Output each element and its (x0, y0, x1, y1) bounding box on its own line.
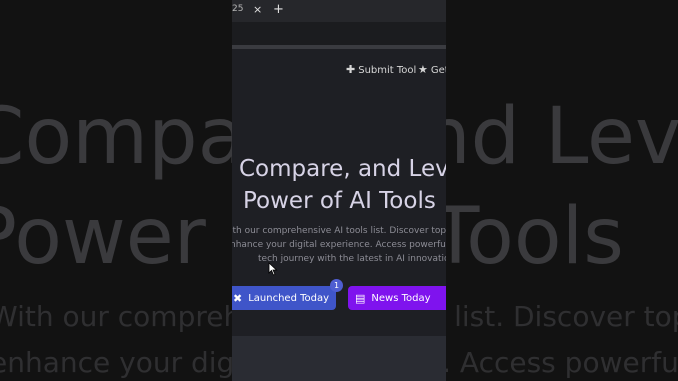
launched-today-label: Launched Today (248, 292, 330, 304)
launched-today-button[interactable]: ✖ Launched Today (232, 286, 336, 310)
news-today-button[interactable]: ▤ News Today (348, 286, 446, 310)
launched-count-badge: 1 (330, 279, 343, 292)
toolbar-divider (232, 45, 446, 49)
hero-description-line-1: ith our comprehensive AI tools list. Dis… (232, 226, 446, 236)
tab-bar: 25 × + (232, 0, 446, 22)
tab-title[interactable]: 25 (232, 4, 243, 14)
newspaper-icon: ▤ (355, 291, 366, 305)
content-section (232, 336, 446, 381)
new-tab-icon[interactable]: + (273, 2, 284, 17)
close-tab-icon[interactable]: × (253, 3, 262, 16)
submit-tool-label: Submit Tool (358, 65, 417, 76)
submit-tool-link[interactable]: ✚ Submit Tool (346, 63, 416, 76)
news-today-label: News Today (371, 292, 431, 304)
hero-description-line-2: nhance your digital experience. Access p… (232, 240, 446, 250)
get-link[interactable]: ★Get (418, 63, 446, 76)
rocket-icon: ✖ (233, 291, 243, 305)
get-label: Get (430, 65, 446, 76)
star-icon: ★ (418, 63, 428, 76)
plus-icon: ✚ (346, 63, 356, 76)
hero-description-line-3: tech journey with the latest in AI innov… (258, 254, 446, 264)
hero-title-line-1: Compare, and Leve (239, 156, 446, 182)
address-bar[interactable] (232, 22, 446, 46)
browser-window: 25 × + ✚Submit Tool ★Get Compare, and Le… (232, 0, 446, 381)
hero-title-line-2: Power of AI Tools (243, 188, 436, 214)
